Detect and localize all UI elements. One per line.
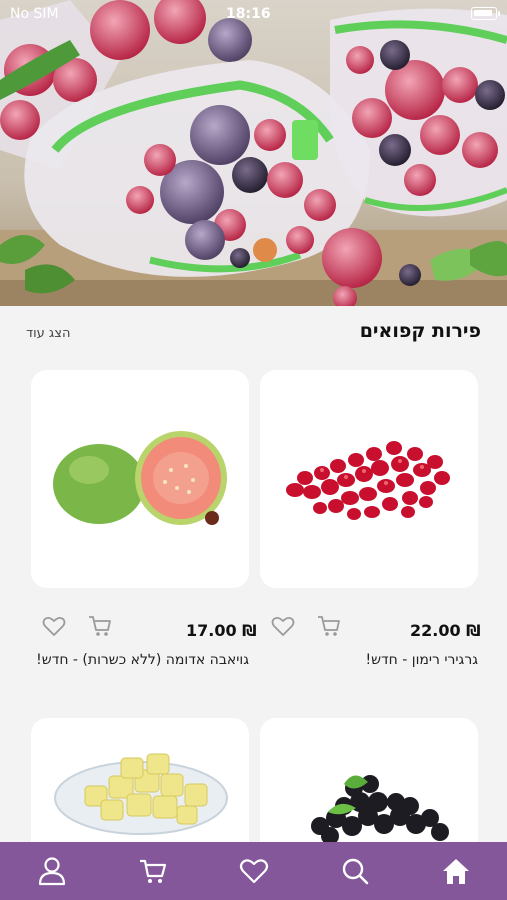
add-to-cart-button[interactable] — [316, 613, 342, 639]
product-card-pomegranate[interactable] — [260, 370, 478, 588]
status-bar: No SIM 18:16 — [0, 0, 507, 28]
pomegranate-seeds-image — [286, 441, 450, 520]
wishlist-button[interactable] — [41, 613, 67, 639]
candied-fruit-image — [54, 753, 228, 835]
nav-wishlist-button[interactable] — [237, 854, 271, 888]
product-card-guava[interactable] — [31, 370, 249, 588]
product-price: ₪ 22.00 — [410, 621, 481, 640]
carrier-label: No SIM — [10, 6, 59, 22]
heart-icon — [42, 616, 66, 636]
heart-icon — [239, 859, 269, 884]
nav-cart-button[interactable] — [136, 854, 170, 888]
product-price: ₪ 17.00 — [186, 621, 257, 640]
guava-image — [53, 431, 227, 525]
heart-icon — [271, 616, 295, 636]
hero-banner-image — [0, 0, 507, 306]
nav-profile-button[interactable] — [35, 854, 69, 888]
add-to-cart-button[interactable] — [87, 613, 113, 639]
product-card-blackberry[interactable] — [260, 718, 478, 858]
wishlist-button[interactable] — [270, 613, 296, 639]
search-icon — [342, 858, 369, 885]
cart-icon — [89, 616, 111, 636]
product-card-candied-fruit[interactable] — [31, 718, 249, 858]
home-icon — [443, 859, 469, 884]
show-more-link[interactable]: הצג עוד — [26, 326, 70, 341]
nav-search-button[interactable] — [338, 854, 372, 888]
bottom-navigation — [0, 842, 507, 900]
clock: 18:16 — [226, 6, 271, 22]
battery-icon — [471, 7, 500, 20]
user-icon — [38, 857, 66, 886]
cart-icon — [318, 616, 340, 636]
nav-home-button[interactable] — [439, 854, 473, 888]
product-name[interactable]: גויאבה אדומה (ללא כשרות) - חדש! — [29, 648, 249, 672]
cart-icon — [140, 859, 167, 883]
section-header: פירות קפואים הצג עוד — [0, 306, 507, 352]
product-name[interactable]: גרגירי רימון - חדש! — [258, 648, 479, 672]
blackberry-image — [311, 775, 449, 845]
section-title: פירות קפואים — [359, 320, 481, 342]
